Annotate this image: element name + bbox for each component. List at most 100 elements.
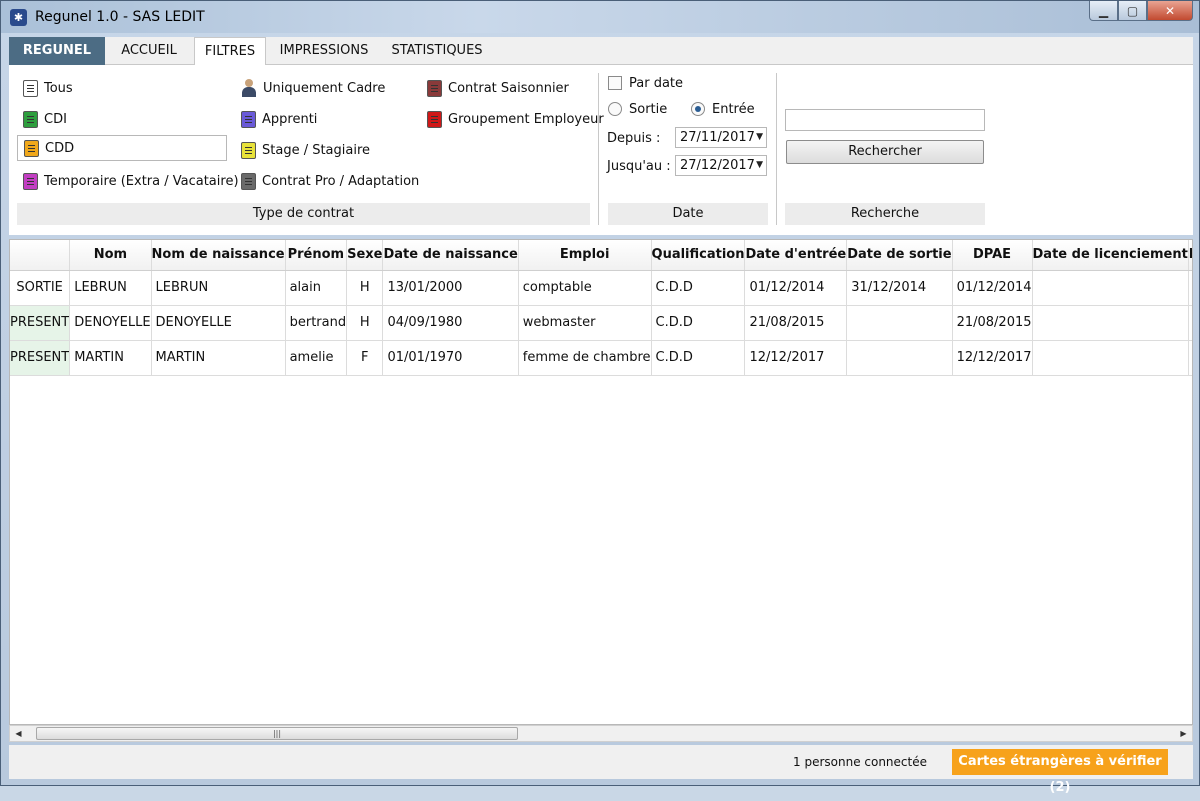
filter-label: Stage / Stagiaire bbox=[262, 142, 371, 158]
document-icon bbox=[23, 79, 38, 97]
filter-cdd[interactable]: CDD bbox=[17, 135, 227, 161]
table-cell: 13/01/2000 bbox=[382, 270, 519, 306]
scroll-right-icon[interactable]: ▶ bbox=[1175, 726, 1192, 741]
table-cell: F bbox=[346, 340, 384, 376]
scroll-left-icon[interactable]: ◀ bbox=[10, 726, 27, 741]
column-header[interactable]: Nom de naissance bbox=[151, 240, 286, 271]
status-cell: PRESENT bbox=[10, 305, 71, 341]
column-header[interactable]: Date d'entrée bbox=[744, 240, 848, 271]
filter-uniquement-cadre[interactable]: Uniquement Cadre bbox=[241, 75, 385, 101]
column-header[interactable]: N bbox=[1188, 240, 1192, 271]
group-label-recherche: Recherche bbox=[785, 203, 985, 225]
table-cell: 01/12/2014 bbox=[952, 270, 1033, 306]
tab-regunel[interactable]: REGUNEL bbox=[9, 37, 105, 65]
table-cell: F bbox=[1188, 340, 1192, 376]
search-button[interactable]: Rechercher bbox=[786, 140, 984, 164]
filter-cdi[interactable]: CDI bbox=[23, 106, 67, 132]
table-row[interactable]: PRESENT DENOYELLE DENOYELLE bertrand H 0… bbox=[10, 305, 1192, 341]
jusquau-label: Jusqu'au : bbox=[607, 158, 671, 174]
column-header[interactable]: Emploi bbox=[518, 240, 652, 271]
table-cell: H bbox=[346, 270, 384, 306]
chevron-down-icon: ▼ bbox=[756, 160, 763, 170]
table-cell: webmaster bbox=[518, 305, 652, 341]
filter-label: Tous bbox=[44, 80, 73, 96]
filter-label: Apprenti bbox=[262, 111, 318, 127]
column-header[interactable]: Date de sortie bbox=[846, 240, 953, 271]
title-bar: ✱ Regunel 1.0 - SAS LEDIT ▁ ▢ ✕ bbox=[1, 1, 1199, 33]
column-header[interactable]: Qualification bbox=[651, 240, 746, 271]
app-logo-icon: ✱ bbox=[10, 9, 27, 26]
table-cell: F bbox=[1188, 305, 1192, 341]
search-input[interactable] bbox=[785, 109, 985, 131]
table-cell: 31/12/2014 bbox=[846, 270, 953, 306]
table-cell: 12/12/2017 bbox=[744, 340, 848, 376]
horizontal-scrollbar[interactable]: ◀ ||| ▶ bbox=[9, 725, 1193, 742]
filter-contrat-pro[interactable]: Contrat Pro / Adaptation bbox=[241, 168, 419, 194]
employee-table: Nom Nom de naissance Prénom Sexe Date de… bbox=[9, 239, 1193, 725]
filter-label: CDD bbox=[45, 140, 75, 156]
maximize-icon[interactable]: ▢ bbox=[1118, 1, 1147, 21]
radio-circle bbox=[608, 102, 622, 116]
filter-saisonnier[interactable]: Contrat Saisonnier bbox=[427, 75, 569, 101]
filter-groupement[interactable]: Groupement Employeur bbox=[427, 106, 604, 132]
table-cell: 01/01/1970 bbox=[382, 340, 519, 376]
table-row[interactable]: PRESENT MARTIN MARTIN amelie F 01/01/197… bbox=[10, 340, 1192, 376]
jusquau-date-picker[interactable]: 27/12/2017 ▼ bbox=[675, 155, 767, 176]
filter-label: Groupement Employeur bbox=[448, 111, 604, 127]
document-icon bbox=[241, 110, 256, 128]
document-icon bbox=[427, 110, 442, 128]
filter-label: Uniquement Cadre bbox=[263, 80, 386, 96]
filter-apprenti[interactable]: Apprenti bbox=[241, 106, 317, 132]
table-cell bbox=[846, 305, 953, 341]
column-header[interactable]: Nom bbox=[69, 240, 152, 271]
filter-temporaire[interactable]: Temporaire (Extra / Vacataire) bbox=[23, 168, 239, 194]
column-header[interactable]: Date de naissance bbox=[382, 240, 519, 271]
table-cell: DENOYELLE bbox=[69, 305, 152, 341]
close-icon[interactable]: ✕ bbox=[1147, 1, 1193, 21]
column-header[interactable] bbox=[10, 240, 71, 271]
table-cell bbox=[846, 340, 953, 376]
app-window: ✱ Regunel 1.0 - SAS LEDIT ▁ ▢ ✕ REGUNEL … bbox=[0, 0, 1200, 795]
document-icon bbox=[23, 110, 38, 128]
divider bbox=[598, 73, 599, 225]
radio-sortie[interactable]: Sortie bbox=[608, 96, 667, 122]
column-header[interactable]: Sexe bbox=[346, 240, 384, 271]
table-cell: 01/12/2014 bbox=[744, 270, 848, 306]
filter-ribbon: Tous CDI CDD Temporaire (Extra / Vacatai… bbox=[9, 65, 1193, 235]
tab-accueil[interactable]: ACCUEIL bbox=[109, 37, 189, 65]
tab-statistiques[interactable]: STATISTIQUES bbox=[382, 37, 492, 65]
tab-impressions[interactable]: IMPRESSIONS bbox=[271, 37, 377, 65]
document-icon bbox=[427, 79, 442, 97]
column-header[interactable]: Date de licenciement bbox=[1032, 240, 1189, 271]
checkbox-label: Par date bbox=[629, 75, 684, 91]
column-header[interactable]: DPAE bbox=[952, 240, 1033, 271]
column-header[interactable]: Prénom bbox=[285, 240, 348, 271]
par-date-checkbox[interactable]: Par date bbox=[608, 70, 683, 96]
scrollbar-thumb[interactable]: ||| bbox=[36, 727, 518, 740]
document-icon bbox=[241, 141, 256, 159]
document-icon bbox=[24, 139, 39, 157]
table-cell: MARTIN bbox=[151, 340, 286, 376]
filter-label: Contrat Pro / Adaptation bbox=[262, 173, 420, 189]
table-cell bbox=[1032, 270, 1189, 306]
person-icon bbox=[241, 79, 257, 97]
table-cell: LEBRUN bbox=[151, 270, 286, 306]
table-cell: 12/12/2017 bbox=[952, 340, 1033, 376]
depuis-date-picker[interactable]: 27/11/2017 ▼ bbox=[675, 127, 767, 148]
filter-tous[interactable]: Tous bbox=[23, 75, 73, 101]
filter-label: CDI bbox=[44, 111, 67, 127]
document-icon bbox=[23, 172, 38, 190]
table-cell: comptable bbox=[518, 270, 652, 306]
table-cell bbox=[1032, 305, 1189, 341]
minimize-icon[interactable]: ▁ bbox=[1089, 1, 1118, 21]
table-cell: alain bbox=[285, 270, 348, 306]
radio-entree[interactable]: Entrée bbox=[691, 96, 755, 122]
table-row[interactable]: SORTIE LEBRUN LEBRUN alain H 13/01/2000 … bbox=[10, 270, 1192, 306]
foreign-cards-button[interactable]: Cartes étrangères à vérifier (2) bbox=[952, 749, 1168, 795]
chevron-down-icon: ▼ bbox=[756, 132, 763, 142]
filter-stage[interactable]: Stage / Stagiaire bbox=[241, 137, 370, 163]
table-cell: H bbox=[346, 305, 384, 341]
date-value: 27/11/2017 bbox=[680, 130, 755, 145]
checkbox-box bbox=[608, 76, 622, 90]
tab-filtres[interactable]: FILTRES bbox=[194, 37, 266, 66]
